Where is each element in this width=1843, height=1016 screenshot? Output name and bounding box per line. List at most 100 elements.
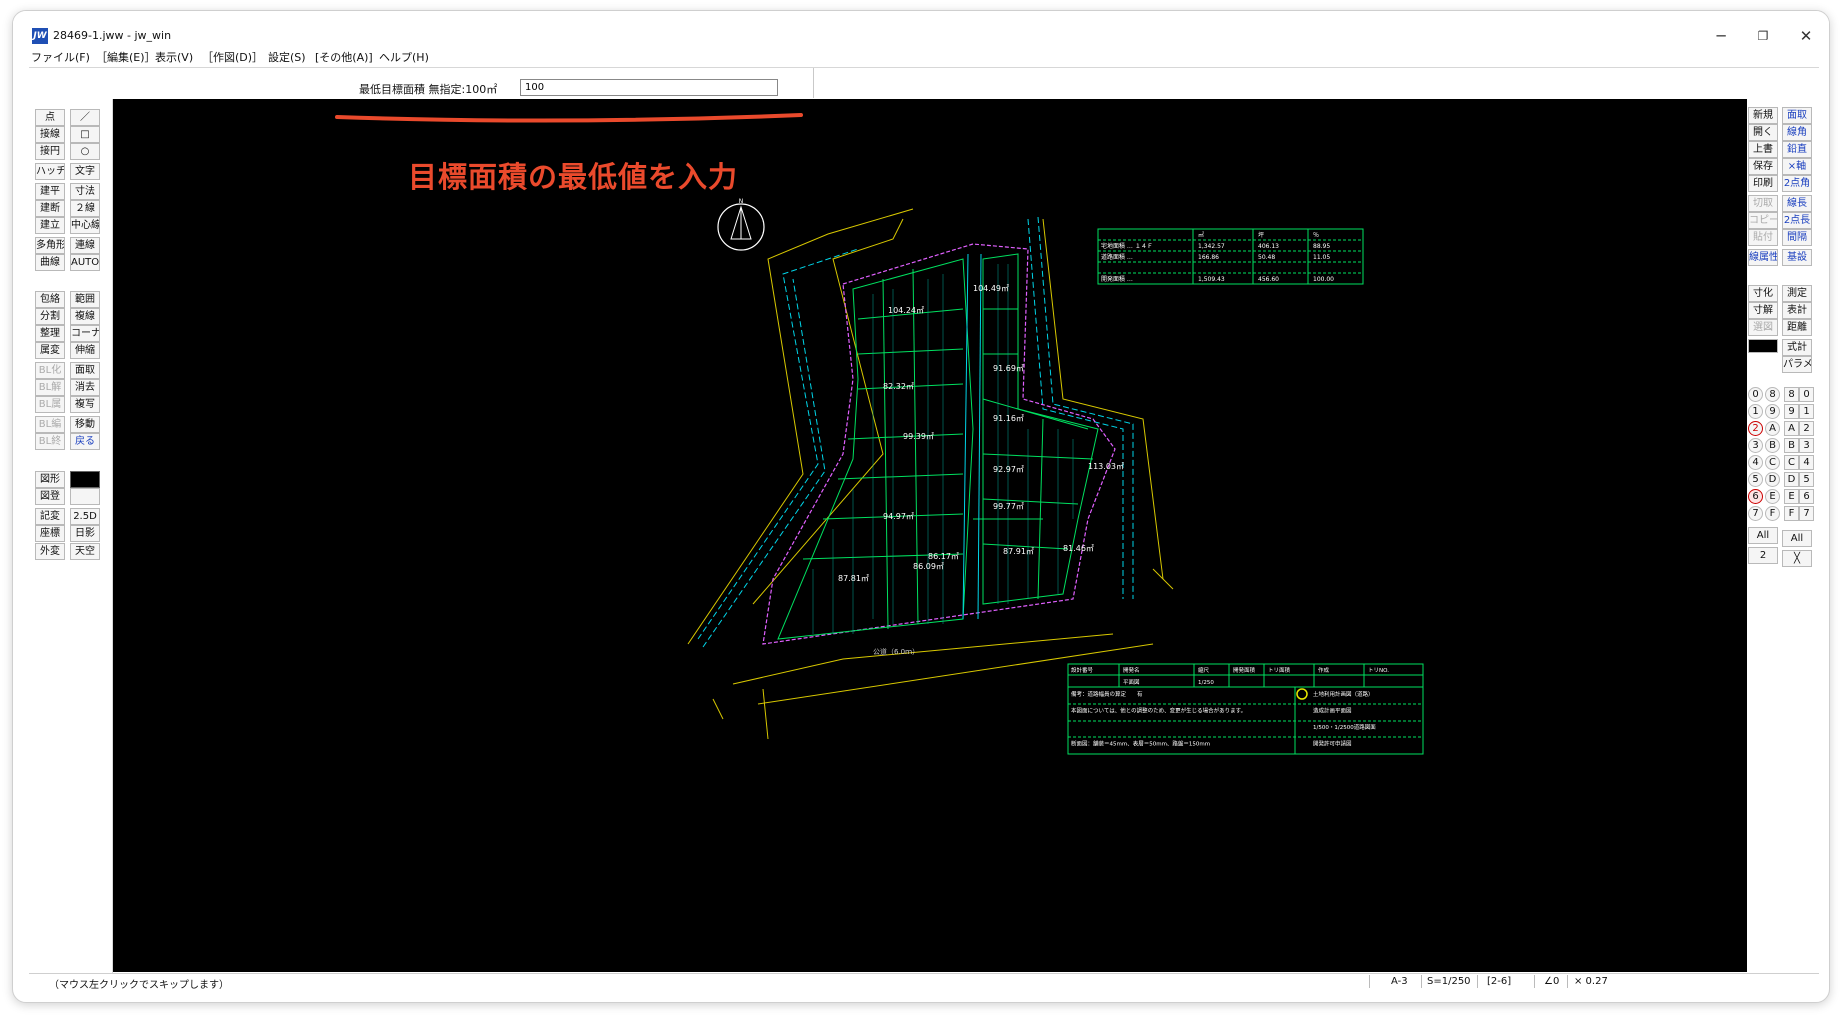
tool-button[interactable]: 保存	[1748, 158, 1778, 175]
menu-other[interactable]: [その他(A)]	[315, 49, 373, 65]
tool-button[interactable]: 図形	[35, 471, 65, 488]
group-button[interactable]: E	[1784, 489, 1799, 504]
close-button[interactable]: ✕	[1791, 27, 1821, 45]
tool-button[interactable]: 連線	[70, 237, 100, 254]
tool-button[interactable]: コピー	[1748, 212, 1778, 229]
group-button[interactable]: 1	[1799, 404, 1814, 419]
layer-button[interactable]: 4	[1748, 455, 1763, 470]
status-factor[interactable]: × 0.27	[1574, 976, 1608, 987]
menu-help[interactable]: ヘルプ(H)	[379, 49, 429, 65]
layer-button[interactable]: 6	[1748, 489, 1763, 504]
tool-button[interactable]: 2点長	[1782, 212, 1812, 229]
tool-button[interactable]: 戻る	[70, 433, 100, 450]
tool-button[interactable]: ○	[70, 143, 100, 160]
layer-button[interactable]: 2	[1748, 421, 1763, 436]
layer-button[interactable]: 8	[1765, 387, 1780, 402]
tool-button[interactable]: 分割	[35, 308, 65, 325]
layer-button[interactable]: C	[1765, 455, 1780, 470]
menu-view[interactable]: 表示(V)	[155, 49, 193, 65]
group-button[interactable]: C	[1784, 455, 1799, 470]
tool-button[interactable]: 線角	[1782, 124, 1812, 141]
tool-button[interactable]: ２線	[70, 200, 100, 217]
tool-button[interactable]: 鉛直	[1782, 141, 1812, 158]
layer-button[interactable]: D	[1765, 472, 1780, 487]
tool-button[interactable]: コーナー	[70, 325, 100, 342]
group-button[interactable]: F	[1784, 506, 1799, 521]
drawing-canvas[interactable]: N 104.24㎡ 104.49㎡ 82.32㎡ 91.69㎡ 91.16㎡ 99.39㎡…	[113, 99, 1747, 972]
menu-file[interactable]: ファイル(F)	[31, 49, 90, 65]
tool-button[interactable]: 間隔	[1782, 229, 1812, 246]
group-button[interactable]: 6	[1799, 489, 1814, 504]
tool-button[interactable]: BL編	[35, 416, 65, 433]
layer-button[interactable]: B	[1765, 438, 1780, 453]
tool-button[interactable]	[70, 488, 100, 505]
tool-button[interactable]: 消去	[70, 379, 100, 396]
tool-button[interactable]: 接円	[35, 143, 65, 160]
tool-button[interactable]: 新規	[1748, 107, 1778, 124]
tool-button[interactable]: 2.5D	[70, 508, 100, 525]
tool-button[interactable]: 天空	[70, 543, 100, 560]
tool-button[interactable]: 多角形	[35, 237, 65, 254]
tool-button[interactable]: AUTO	[70, 254, 100, 271]
group-all-button[interactable]: All	[1782, 530, 1812, 547]
min-area-input[interactable]	[520, 79, 778, 96]
tool-button[interactable]: 寸化	[1748, 285, 1778, 302]
tool-button[interactable]: 切取	[1748, 195, 1778, 212]
tool-button[interactable]: 中心線	[70, 217, 100, 234]
layer-button[interactable]: 0	[1748, 387, 1763, 402]
group-button[interactable]: 5	[1799, 472, 1814, 487]
layer-button[interactable]: 1	[1748, 404, 1763, 419]
tool-button[interactable]: 線属性	[1748, 249, 1778, 266]
status-scale[interactable]: S=1/250	[1427, 976, 1471, 987]
tool-button[interactable]: BL解	[35, 379, 65, 396]
layer-button[interactable]: F	[1765, 506, 1780, 521]
tool-button[interactable]: 点	[35, 109, 65, 126]
menu-settings[interactable]: 設定(S)	[268, 49, 306, 65]
tool-button[interactable]: 基設	[1782, 249, 1812, 266]
tool-button[interactable]: 距離	[1782, 319, 1812, 336]
tool-button[interactable]: 座標	[35, 525, 65, 542]
layer-button[interactable]: 3	[1748, 438, 1763, 453]
tool-button[interactable]: 図登	[35, 488, 65, 505]
tool-button[interactable]: 測定	[1782, 285, 1812, 302]
tool-button[interactable]: 属変	[35, 342, 65, 359]
group-button[interactable]: 0	[1799, 387, 1814, 402]
group-button[interactable]: D	[1784, 472, 1799, 487]
tool-button[interactable]: □	[70, 126, 100, 143]
tool-button[interactable]: 範囲	[70, 291, 100, 308]
tool-button[interactable]: 移動	[70, 416, 100, 433]
tool-button[interactable]: 式計	[1782, 339, 1812, 356]
tool-button[interactable]: 表計	[1782, 302, 1812, 319]
status-angle[interactable]: ∠0	[1544, 976, 1559, 987]
group-button[interactable]: 7	[1799, 506, 1814, 521]
layer-button[interactable]: A	[1765, 421, 1780, 436]
menu-draw[interactable]: ［作図(D)］	[202, 49, 263, 65]
tool-button[interactable]: 選図	[1748, 319, 1778, 336]
line-color-swatch[interactable]	[1748, 339, 1778, 353]
tool-button[interactable]: 面取	[70, 362, 100, 379]
layer-all-button[interactable]: All	[1748, 527, 1778, 544]
tool-button[interactable]: ／	[70, 109, 100, 126]
group-button[interactable]: 3	[1799, 438, 1814, 453]
layer-button[interactable]: 9	[1765, 404, 1780, 419]
tool-button[interactable]: 上書	[1748, 141, 1778, 158]
group-button[interactable]: 2	[1799, 421, 1814, 436]
tool-button[interactable]: 複線	[70, 308, 100, 325]
tool-button[interactable]: 伸縮	[70, 342, 100, 359]
tool-button[interactable]: 外変	[35, 543, 65, 560]
tool-button[interactable]: 包絡	[35, 291, 65, 308]
scale-button[interactable]: 2	[1748, 547, 1778, 564]
tool-button[interactable]: BL化	[35, 362, 65, 379]
restore-button[interactable]: ❐	[1748, 27, 1778, 45]
tool-button[interactable]: 貼付	[1748, 229, 1778, 246]
clear-icon[interactable]: ╳	[1782, 550, 1812, 567]
layer-button[interactable]: 5	[1748, 472, 1763, 487]
tool-button[interactable]: 日影	[70, 525, 100, 542]
status-layer[interactable]: [2-6]	[1487, 976, 1511, 987]
group-button[interactable]: B	[1784, 438, 1799, 453]
tool-button[interactable]: BL終	[35, 433, 65, 450]
tool-button[interactable]: ×軸	[1782, 158, 1812, 175]
tool-button[interactable]: 整理	[35, 325, 65, 342]
tool-button[interactable]: 印刷	[1748, 175, 1778, 192]
layer-button[interactable]: 7	[1748, 506, 1763, 521]
